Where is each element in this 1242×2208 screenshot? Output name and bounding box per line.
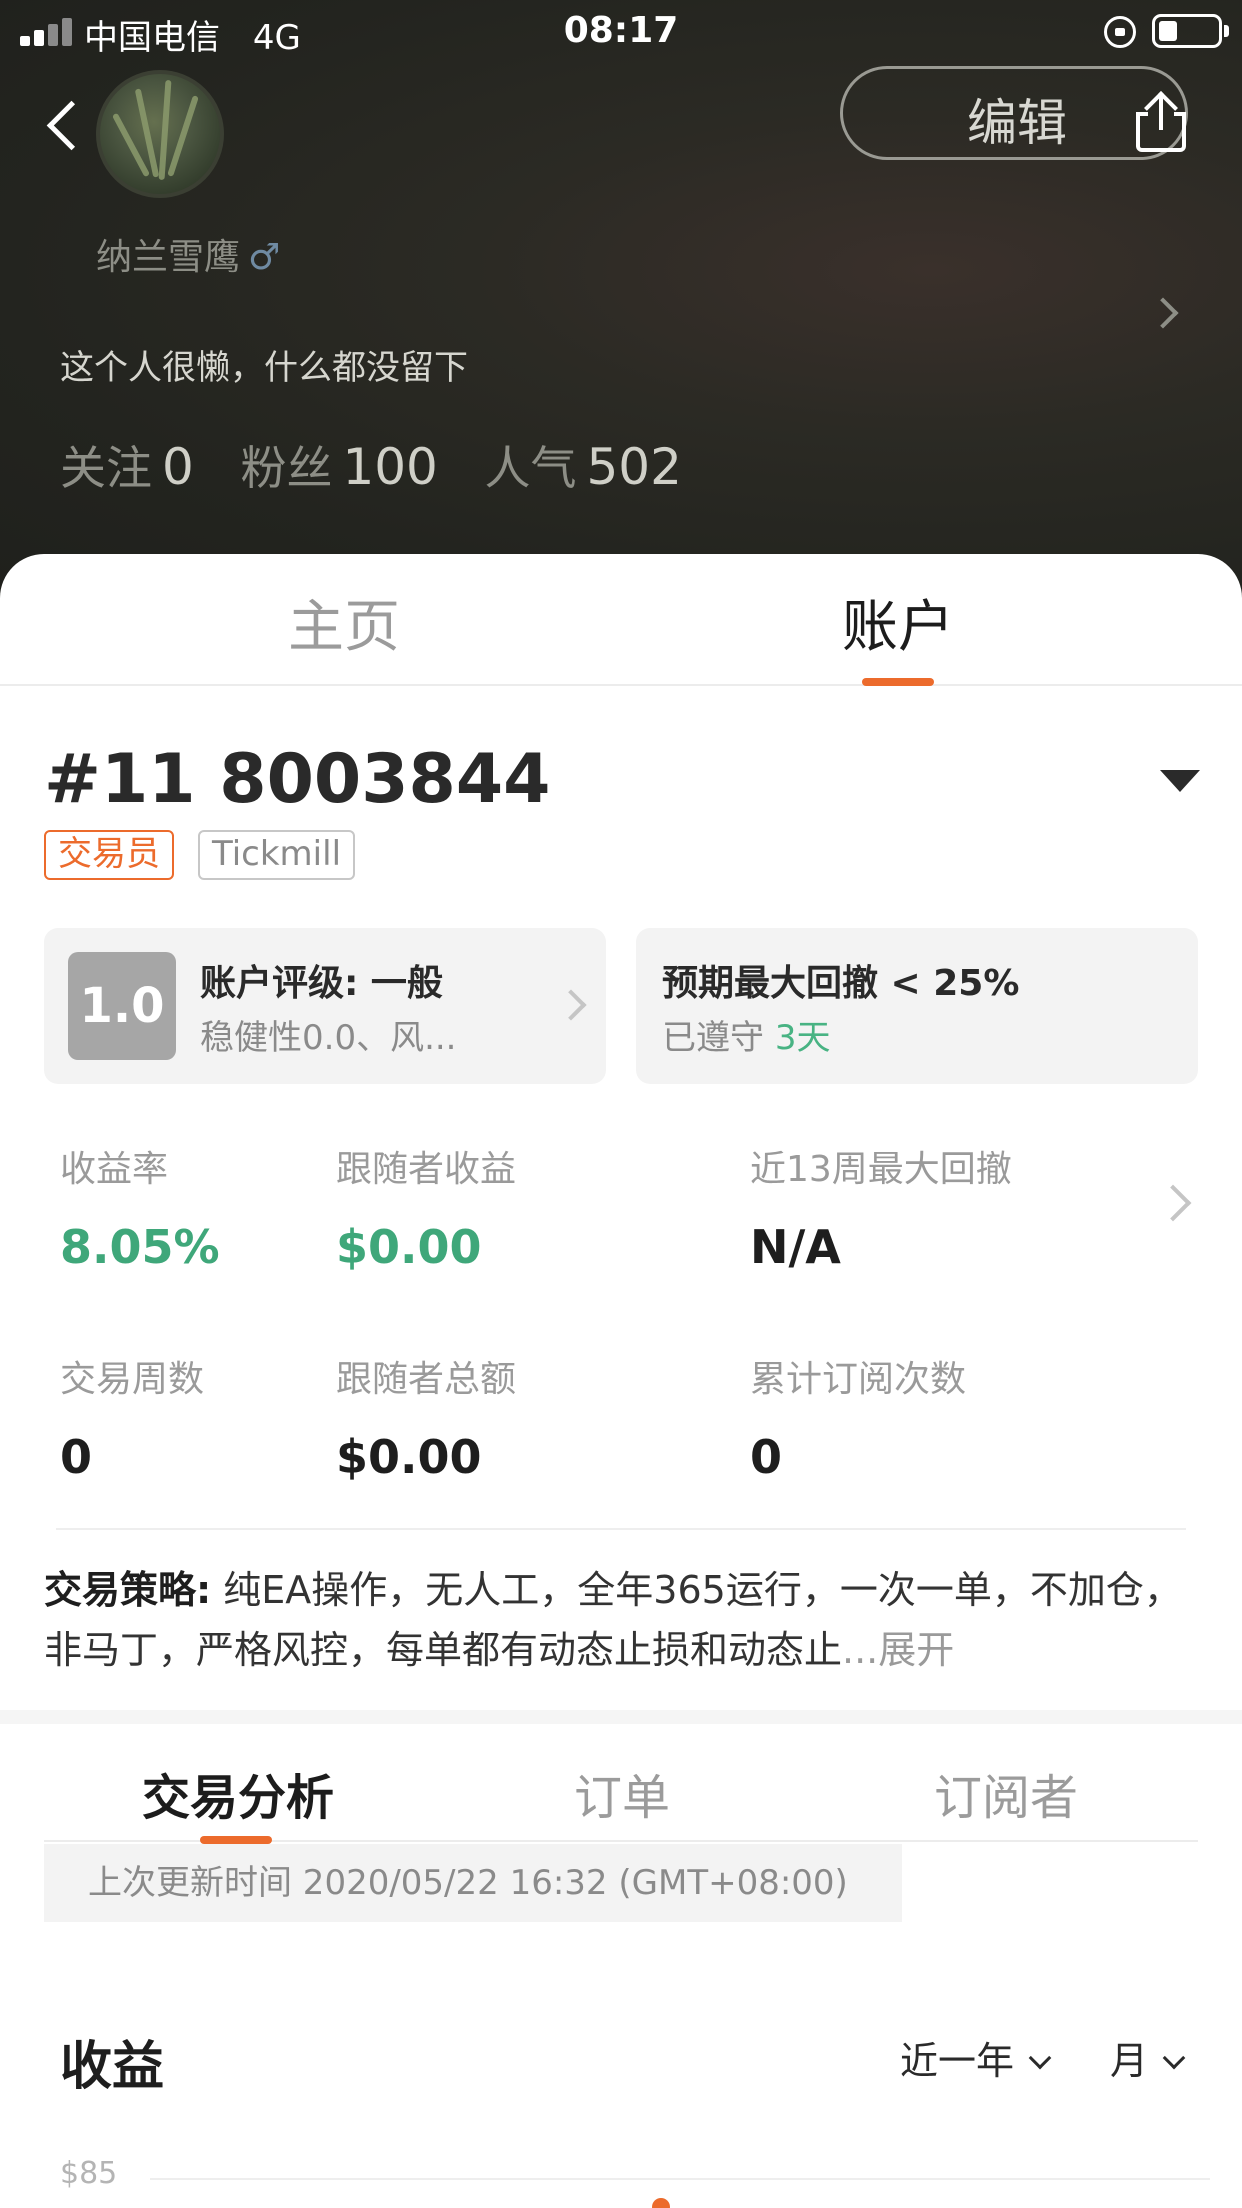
section-separator — [0, 1710, 1242, 1724]
metric-subscriptions-value: 0 — [750, 1430, 783, 1484]
tab-subscribers[interactable]: 订阅者 — [934, 1758, 1078, 1828]
trading-strategy: 交易策略: 纯EA操作，无人工，全年365运行，一次一单，不加仓，非马丁，严格风… — [44, 1560, 1204, 1680]
period-filter[interactable]: 近一年 — [900, 2030, 1052, 2085]
strategy-text: 纯EA操作，无人工，全年365运行，一次一单，不加仓，非马丁，严格风控，每单都有… — [44, 1568, 1182, 1672]
tab-orders[interactable]: 订单 — [574, 1758, 670, 1828]
rating-title: 账户评级: 一般 — [200, 963, 443, 1004]
metric-follower-total-value: $0.00 — [336, 1430, 482, 1484]
stat-following-value[interactable]: 0 — [162, 438, 194, 496]
tab-home[interactable]: 主页 — [194, 582, 494, 663]
sub-tab-active-indicator — [200, 1836, 272, 1844]
divider — [56, 1528, 1186, 1530]
earnings-title: 收益 — [60, 2037, 165, 2097]
drawdown-title: 预期最大回撤 < 25% — [662, 963, 1020, 1004]
stat-popularity-value: 502 — [586, 438, 682, 496]
strategy-expand-link[interactable]: ...展开 — [842, 1628, 954, 1672]
tab-account[interactable]: 账户 — [748, 582, 1048, 663]
drawdown-status: 已遵守 3天 — [662, 1010, 830, 1059]
gender-male-icon: ♂ — [248, 237, 281, 278]
chart-gridline — [150, 2178, 1210, 2180]
metric-follower-total-label: 跟随者总额 — [336, 1359, 517, 1400]
y-axis-top-label: $85 — [60, 2156, 118, 2191]
metric-13week-drawdown-label: 近13周最大回撤 — [750, 1149, 1012, 1190]
metric-follower-profit-value: $0.00 — [336, 1220, 482, 1274]
status-bar: 中国电信 4G 08:17 — [0, 0, 1242, 62]
granularity-filter[interactable]: 月 — [1110, 2030, 1186, 2085]
metric-return-label: 收益率 — [60, 1149, 169, 1190]
period-filter-label: 近一年 — [900, 2039, 1015, 2083]
account-rating-card[interactable]: 1.0 账户评级: 一般 稳健性0.0、风... — [44, 928, 606, 1084]
granularity-filter-label: 月 — [1110, 2039, 1149, 2083]
rating-subtitle: 稳健性0.0、风... — [200, 1018, 457, 1058]
tab-active-indicator — [862, 678, 934, 686]
analysis-tab-bar: 交易分析 订单 订阅者 — [0, 1724, 1242, 1842]
role-tag: 交易员 — [44, 830, 174, 880]
profile-header: 中国电信 4G 08:17 编辑 纳兰雪鹰 ♂ 这个人很懒，什么都没留下 关注 0 … — [0, 0, 1242, 600]
battery-nub — [1224, 25, 1229, 37]
tab-trading-analysis[interactable]: 交易分析 — [142, 1758, 334, 1828]
drawdown-status-prefix: 已遵守 — [662, 1018, 764, 1058]
username-text: 纳兰雪鹰 — [96, 237, 241, 278]
stat-popularity-label: 人气 — [484, 441, 577, 495]
account-card: 主页 账户 #11 8003844 交易员 Tickmill 1.0 账户评级:… — [0, 554, 1242, 2208]
back-button[interactable] — [36, 94, 96, 158]
metric-trading-weeks-label: 交易周数 — [60, 1359, 205, 1400]
metric-subscriptions-label: 累计订阅次数 — [750, 1359, 967, 1400]
rotation-lock-icon — [1104, 16, 1136, 48]
account-number: #11 8003844 — [44, 740, 551, 819]
edit-label: 编辑 — [967, 94, 1067, 152]
stat-fans-value[interactable]: 100 — [342, 438, 437, 496]
username: 纳兰雪鹰 ♂ — [96, 228, 280, 280]
strategy-label: 交易策略: — [44, 1568, 212, 1612]
drawdown-days: 3天 — [774, 1018, 831, 1058]
metric-follower-profit-label: 跟随者收益 — [336, 1149, 517, 1190]
chevron-down-icon — [1162, 2046, 1186, 2070]
status-time: 08:17 — [563, 10, 679, 51]
metric-13week-drawdown-value: N/A — [750, 1220, 841, 1274]
metric-return-value: 8.05% — [60, 1220, 220, 1274]
last-update-time: 上次更新时间 2020/05/22 16:32 (GMT+08:00) — [44, 1844, 902, 1922]
bio: 这个人很懒，什么都没留下 — [60, 348, 468, 388]
battery-icon — [1152, 14, 1222, 48]
rating-score-badge: 1.0 — [68, 952, 176, 1060]
chevron-down-icon — [1028, 2046, 1052, 2070]
profile-stats: 关注 0 粉丝 100 人气 502 — [60, 432, 714, 498]
broker-tag: Tickmill — [198, 830, 356, 880]
stat-fans-label[interactable]: 粉丝 — [240, 441, 332, 495]
profile-detail-chevron-icon[interactable] — [1147, 297, 1179, 329]
rating-chevron-icon — [555, 989, 587, 1021]
metrics-chevron-icon[interactable] — [1154, 1184, 1192, 1222]
metric-trading-weeks-value: 0 — [60, 1430, 93, 1484]
avatar[interactable] — [96, 70, 224, 198]
stat-following-label[interactable]: 关注 — [60, 441, 152, 495]
top-tab-bar: 主页 账户 — [0, 554, 1242, 686]
max-drawdown-card: 预期最大回撤 < 25% 已遵守 3天 — [636, 928, 1198, 1084]
share-icon[interactable] — [1136, 91, 1186, 152]
account-dropdown-icon[interactable] — [1160, 770, 1200, 792]
